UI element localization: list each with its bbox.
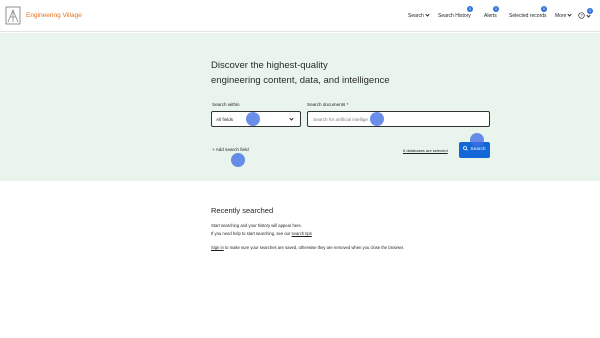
alerts-badge: 0 [493,6,499,12]
databases-selected-link[interactable]: 6 databases are selected [403,148,448,153]
click-marker [231,153,245,167]
search-within-label: Search within [212,102,240,107]
headline-line-1: Discover the highest-quality [211,60,328,71]
nav-more-label: More [555,13,567,19]
search-icon [463,145,469,151]
nav-selected-records[interactable]: Selected records [509,13,547,19]
search-within-value: All fields [216,117,234,122]
recent-searches-title: Recently searched [211,206,274,215]
search-history-badge: 0 [467,6,473,12]
nav-search[interactable]: Search [408,12,430,19]
signin-text: to make sure your searches are saved, ot… [223,245,405,250]
headline-line-2: engineering content, data, and intellige… [211,75,390,86]
recent-signin-message: Sign in to make sure your searches are s… [211,245,404,250]
chevron-down-icon [289,116,294,121]
click-marker [246,112,260,126]
search-button-label: Search [470,147,486,152]
recent-help-message: If you need help to start searching, see… [211,231,312,236]
nav-more[interactable]: More [555,12,573,19]
help-badge: 0 [587,8,593,14]
help-text: If you need help to start searching, see… [211,231,292,236]
search-input[interactable]: Search for artificial intellige [307,111,490,127]
selected-records-badge: 0 [541,6,547,12]
search-input-placeholder: Search for artificial intellige [313,117,368,122]
add-search-field-link[interactable]: + Add search field [212,147,249,152]
sign-in-link[interactable]: Sign in [211,245,224,250]
search-documents-label: Search documents * [307,102,349,107]
page-headline: Discover the highest-quality engineering… [211,58,471,88]
recent-empty-message: Start searching and your history will ap… [211,223,303,228]
search-tips-link[interactable]: search tips [292,231,312,236]
brand-name[interactable]: Engineering Village [26,12,82,19]
chevron-down-icon [567,12,573,17]
search-hero [0,33,600,181]
nav-search-history[interactable]: Search History [438,13,471,19]
chevron-down-icon [425,12,430,17]
nav-search-label: Search [408,13,424,19]
help-icon[interactable]: ? [578,12,585,19]
top-header: Engineering Village Search Search Histor… [0,0,600,32]
svg-text:?: ? [580,13,583,18]
click-marker [470,133,484,147]
chevron-down-icon[interactable] [586,13,591,18]
nav-alerts[interactable]: Alerts [484,13,497,19]
elsevier-logo-icon[interactable] [5,6,21,25]
click-marker [370,112,384,126]
